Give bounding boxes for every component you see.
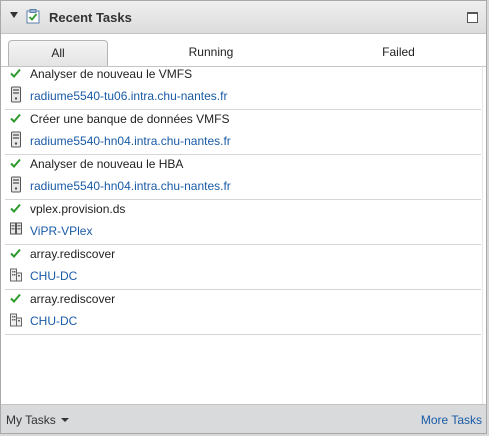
task-list: Analyser de nouveau le VMFS radiume5540-…	[5, 65, 481, 335]
check-icon	[10, 293, 21, 303]
task-item: array.rediscover CHU-DC	[5, 245, 481, 290]
task-item: Analyser de nouveau le HBA radiume5540-h…	[5, 155, 481, 200]
check-icon	[10, 113, 21, 123]
collapse-arrow-icon[interactable]	[10, 12, 18, 18]
storage-cluster-icon	[10, 222, 22, 235]
task-target-link[interactable]: radiume5540-tu06.intra.chu-nantes.fr	[30, 89, 227, 103]
task-name: Analyser de nouveau le HBA	[30, 157, 184, 171]
task-name: Analyser de nouveau le VMFS	[30, 67, 193, 81]
datacenter-icon	[10, 313, 22, 327]
tasks-clipboard-icon	[26, 9, 40, 24]
task-target-link[interactable]: CHU-DC	[30, 269, 77, 283]
task-filter-tabs: All Running Failed	[1, 34, 486, 67]
host-icon	[11, 131, 21, 148]
tab-all[interactable]: All	[8, 40, 108, 66]
tab-failed[interactable]: Failed	[341, 40, 456, 65]
more-tasks-link[interactable]: More Tasks	[421, 413, 482, 427]
task-target-link[interactable]: radiume5540-hn04.intra.chu-nantes.fr	[30, 179, 231, 193]
task-item: array.rediscover CHU-DC	[5, 290, 481, 335]
panel-title: Recent Tasks	[49, 10, 132, 25]
my-tasks-dropdown[interactable]: My Tasks	[6, 413, 69, 427]
task-name: array.rediscover	[30, 247, 116, 261]
task-target-link[interactable]: radiume5540-hn04.intra.chu-nantes.fr	[30, 134, 231, 148]
host-icon	[11, 176, 21, 193]
list-edge	[482, 65, 483, 405]
recent-tasks-panel: Recent Tasks All Running Failed Analyser…	[0, 0, 487, 434]
panel-footer: My Tasks More Tasks	[1, 404, 486, 433]
host-icon	[11, 86, 21, 103]
task-item: Analyser de nouveau le VMFS radiume5540-…	[5, 65, 481, 110]
check-icon	[10, 248, 21, 258]
chevron-down-icon	[60, 418, 69, 422]
check-icon	[10, 68, 21, 78]
check-icon	[10, 158, 21, 168]
panel-header: Recent Tasks	[1, 1, 486, 34]
task-name: vplex.provision.ds	[30, 202, 126, 216]
maximize-icon[interactable]	[467, 12, 478, 23]
task-name: array.rediscover	[30, 292, 116, 306]
tab-running[interactable]: Running	[161, 40, 261, 65]
task-item: vplex.provision.ds ViPR-VPlex	[5, 200, 481, 245]
task-item: Créer une banque de données VMFS radiume…	[5, 110, 481, 155]
task-target-link[interactable]: CHU-DC	[30, 314, 77, 328]
task-target-link[interactable]: ViPR-VPlex	[30, 224, 92, 238]
my-tasks-label: My Tasks	[6, 413, 56, 427]
datacenter-icon	[10, 268, 22, 282]
check-icon	[10, 203, 21, 213]
task-name: Créer une banque de données VMFS	[30, 112, 230, 126]
